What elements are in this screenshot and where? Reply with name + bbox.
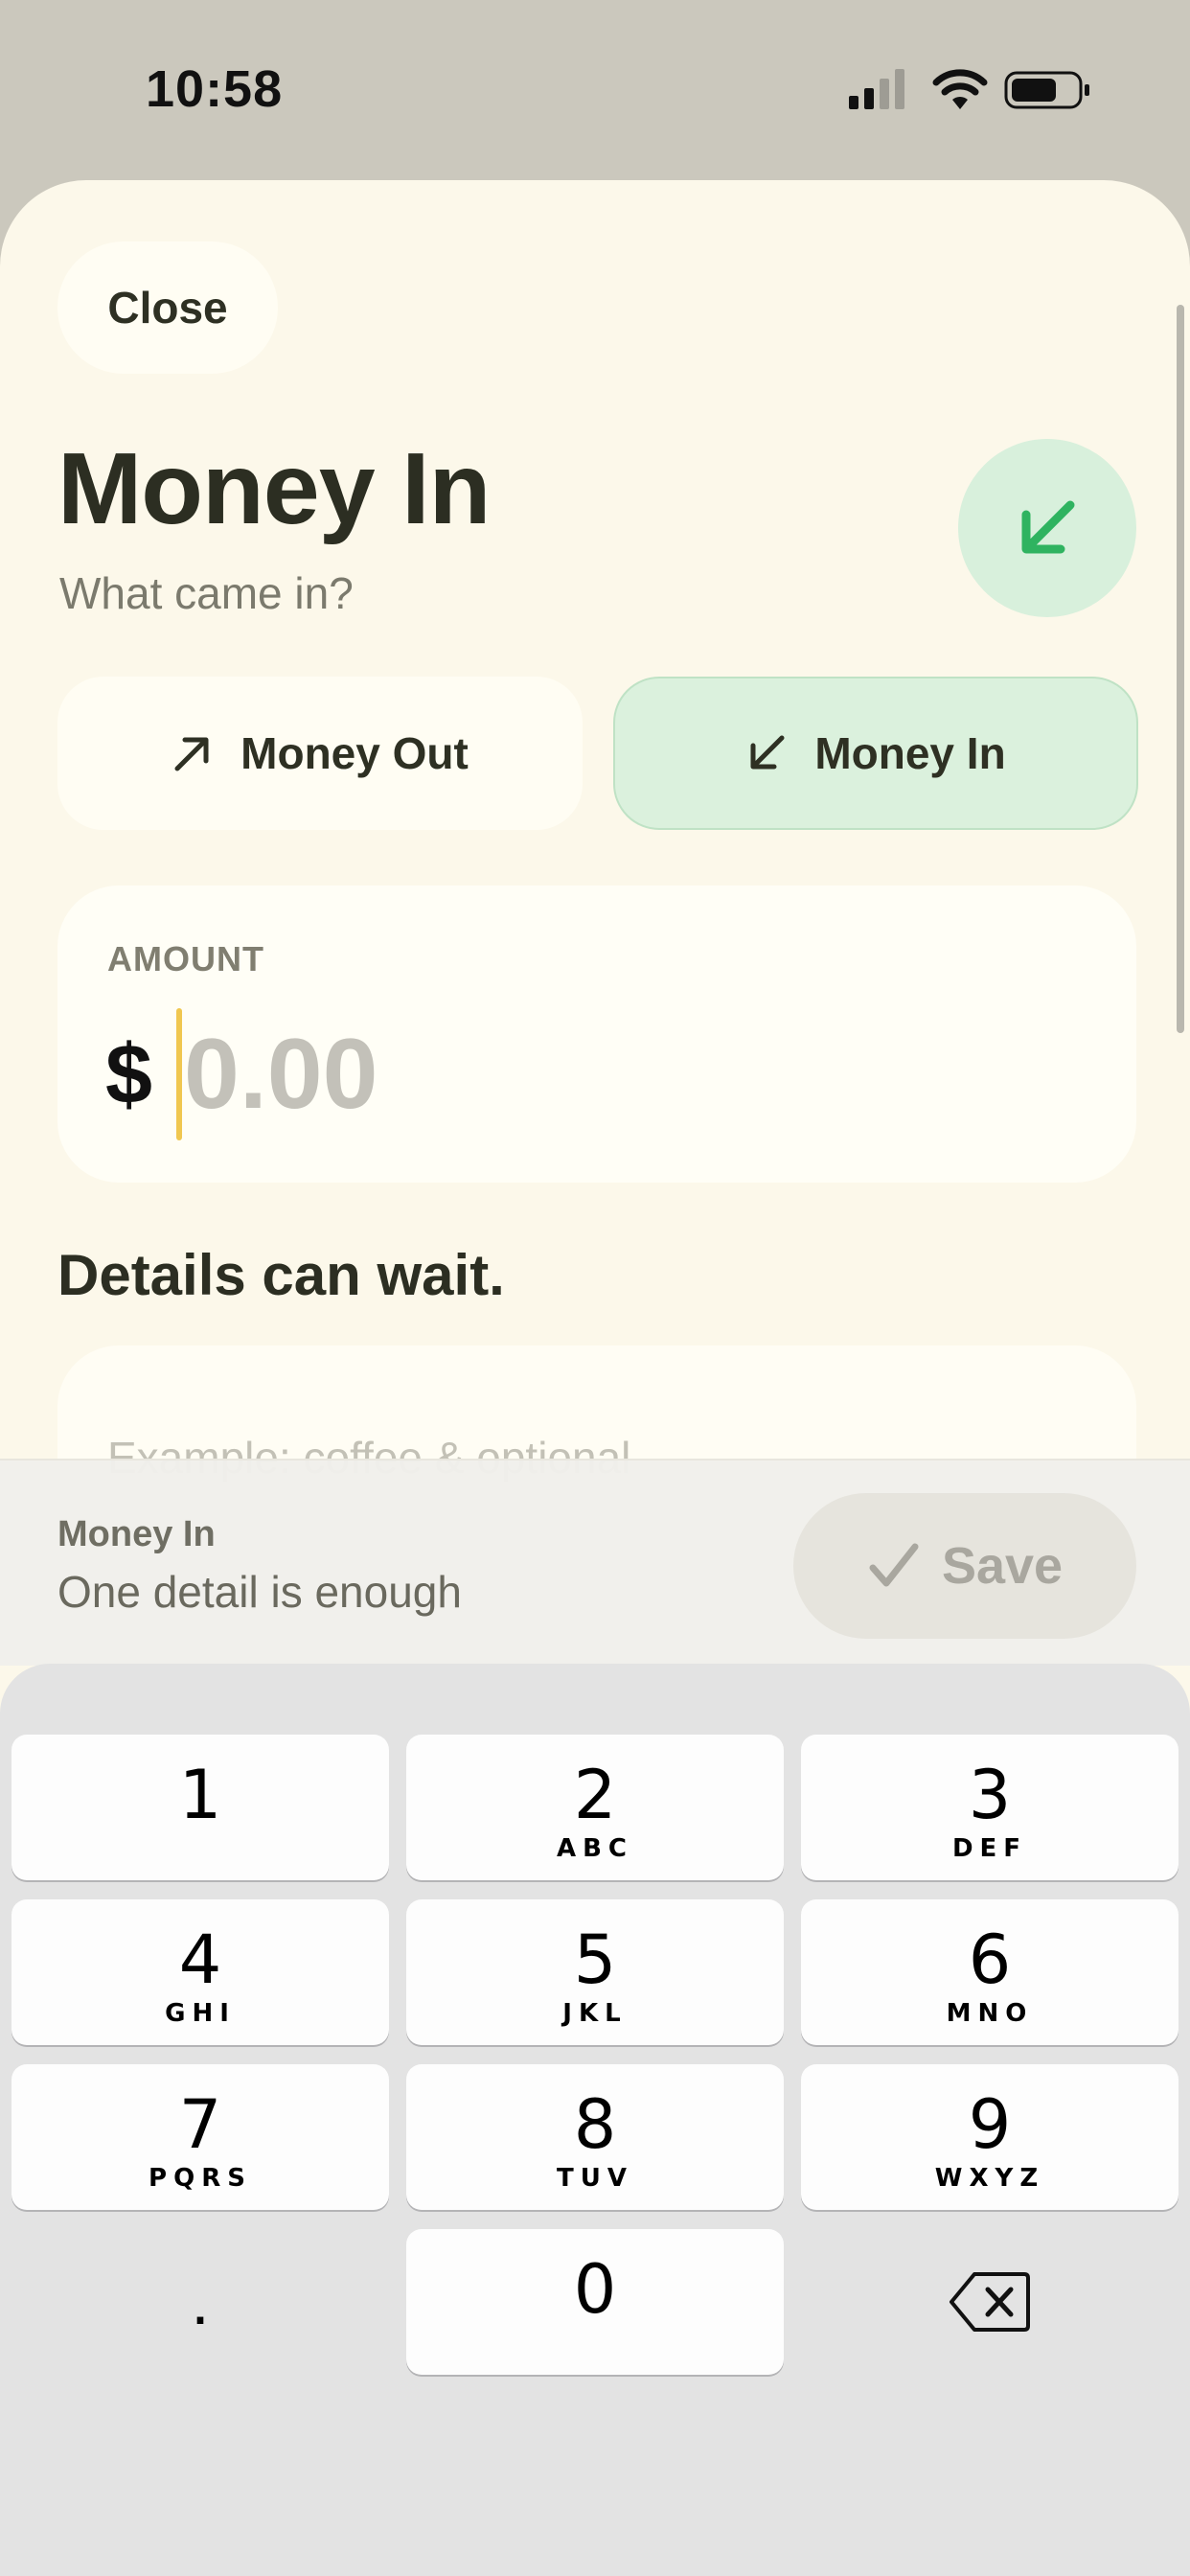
save-bar: Money In One detail is enough Save bbox=[0, 1459, 1190, 1666]
key-digit: 9 bbox=[968, 2085, 1012, 2164]
key-6[interactable]: 6 MNO bbox=[801, 1899, 1179, 2045]
wifi-icon bbox=[932, 69, 988, 109]
currency-symbol: $ bbox=[105, 1026, 152, 1121]
key-digit: 5 bbox=[573, 1920, 617, 1999]
key-decimal-label: . bbox=[191, 2264, 210, 2338]
key-digit: 2 bbox=[573, 1756, 617, 1834]
amount-card[interactable]: AMOUNT $ 0.00 bbox=[57, 886, 1136, 1183]
key-7[interactable]: 7 PQRS bbox=[11, 2064, 389, 2210]
key-2[interactable]: 2 ABC bbox=[406, 1735, 784, 1880]
key-8[interactable]: 8 TUV bbox=[406, 2064, 784, 2210]
page-title: Money In bbox=[57, 432, 491, 545]
key-digit: 1 bbox=[178, 1756, 222, 1834]
details-heading: Details can wait. bbox=[57, 1243, 505, 1307]
money-out-label: Money Out bbox=[240, 728, 469, 778]
save-button[interactable]: Save bbox=[793, 1493, 1136, 1639]
money-in-badge bbox=[958, 439, 1136, 617]
amount-label: AMOUNT bbox=[107, 939, 264, 978]
amount-input[interactable]: 0.00 bbox=[184, 1008, 378, 1140]
key-5[interactable]: 5 JKL bbox=[406, 1899, 784, 2045]
delete-backspace-icon bbox=[950, 2272, 1030, 2332]
key-letters: DEF bbox=[951, 1834, 1028, 1863]
status-time: 10:58 bbox=[146, 60, 284, 118]
numeric-keypad: 1 2 ABC 3 DEF 4 GHI 5 JKL 6 MNO 7 PQRS 8… bbox=[0, 1664, 1190, 2576]
arrow-up-right-icon bbox=[174, 737, 209, 771]
money-in-label: Money In bbox=[814, 728, 1006, 778]
text-caret bbox=[176, 1008, 182, 1140]
save-bar-hint: One detail is enough bbox=[57, 1567, 462, 1617]
key-9[interactable]: 9 WXYZ bbox=[801, 2064, 1179, 2210]
key-letters: JKL bbox=[562, 1999, 628, 2028]
key-letters: GHI bbox=[165, 1999, 236, 2028]
status-icons bbox=[849, 67, 1098, 113]
key-digit: 7 bbox=[178, 2085, 222, 2164]
arrow-down-left-icon bbox=[750, 735, 785, 770]
key-letters: TUV bbox=[557, 2164, 633, 2193]
key-letters: WXYZ bbox=[934, 2164, 1045, 2193]
save-bar-title: Money In bbox=[57, 1514, 216, 1554]
key-digit: 6 bbox=[968, 1920, 1012, 1999]
money-out-toggle[interactable]: Money Out bbox=[57, 677, 583, 830]
key-4[interactable]: 4 GHI bbox=[11, 1899, 389, 2045]
key-digit: 8 bbox=[573, 2085, 617, 2164]
money-in-toggle[interactable]: Money In bbox=[613, 677, 1138, 830]
scroll-indicator[interactable] bbox=[1177, 305, 1184, 1033]
status-bar: 10:58 bbox=[0, 0, 1190, 182]
delete-key[interactable] bbox=[801, 2229, 1179, 2375]
key-letters: MNO bbox=[946, 1999, 1034, 2028]
battery-icon bbox=[1004, 71, 1089, 109]
key-decimal[interactable]: . bbox=[11, 2229, 389, 2375]
cellular-signal-icon bbox=[849, 69, 904, 109]
key-0[interactable]: 0 bbox=[406, 2229, 784, 2375]
key-digit: 4 bbox=[178, 1920, 222, 1999]
key-1[interactable]: 1 bbox=[11, 1735, 389, 1880]
key-letters: ABC bbox=[556, 1834, 634, 1863]
key-3[interactable]: 3 DEF bbox=[801, 1735, 1179, 1880]
page-subtitle: What came in? bbox=[59, 568, 354, 618]
close-button[interactable]: Close bbox=[57, 242, 278, 374]
arrow-down-left-icon bbox=[1021, 500, 1075, 554]
key-digit: 3 bbox=[968, 1756, 1012, 1834]
checkmark-icon bbox=[869, 1543, 919, 1587]
key-letters: PQRS bbox=[149, 2164, 252, 2193]
save-label: Save bbox=[941, 1537, 1064, 1595]
key-digit: 0 bbox=[573, 2250, 617, 2329]
